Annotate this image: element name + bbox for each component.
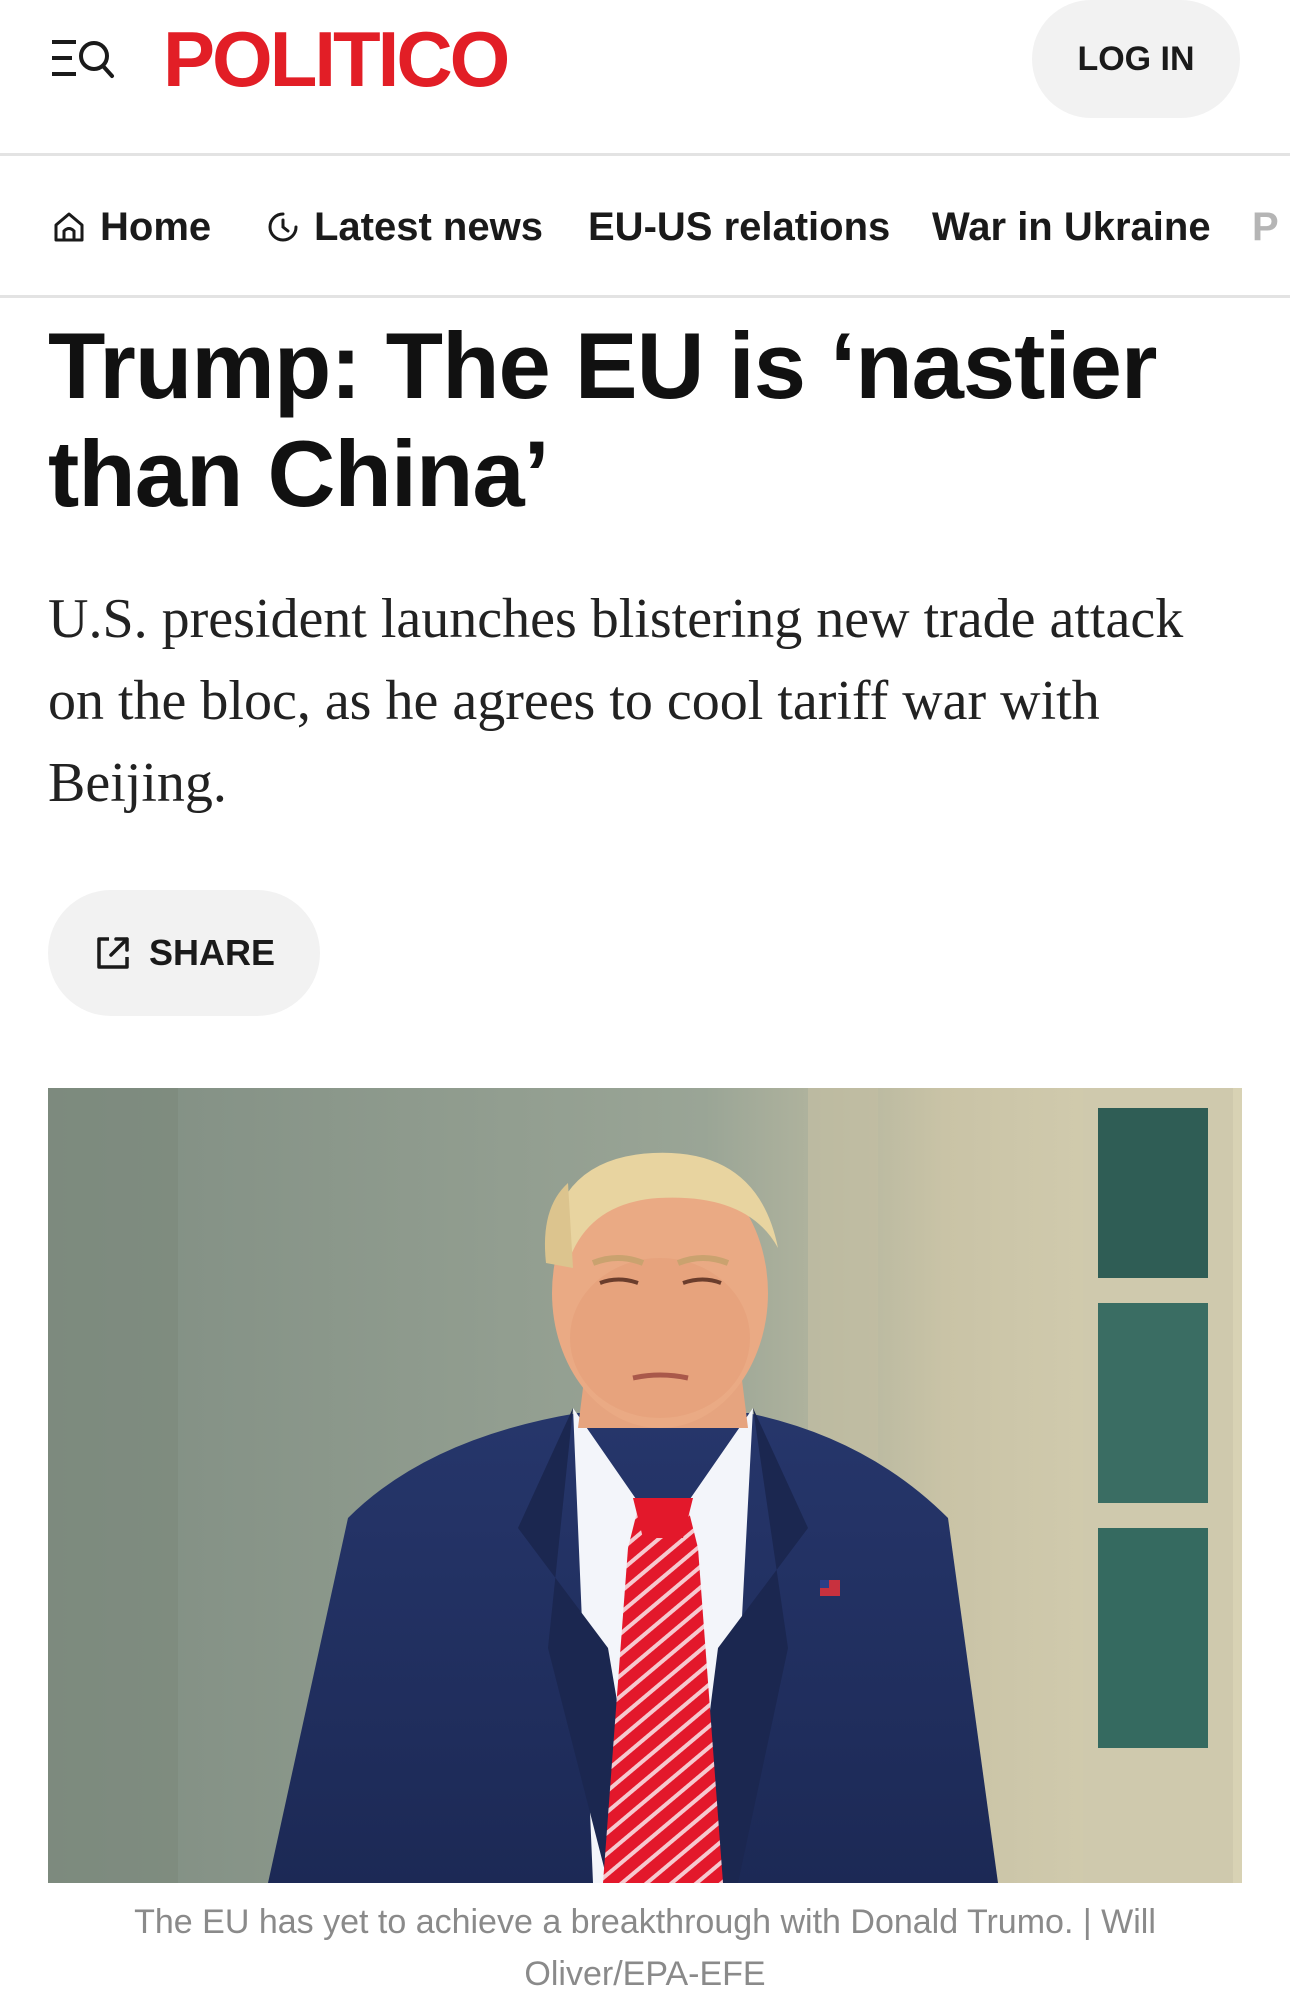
login-button[interactable]: LOG IN (1032, 0, 1240, 118)
photo-caption: The EU has yet to achieve a breakthrough… (134, 1903, 1156, 1993)
nav-item-label: Latest news (314, 204, 543, 249)
article-dek: U.S. president launches blistering new t… (48, 588, 1184, 814)
nav-item-latest-news[interactable]: Latest news (266, 200, 543, 254)
site-header: POLITICO LOG IN (0, 0, 1290, 156)
share-icon (97, 937, 129, 969)
menu-search-icon[interactable] (50, 36, 116, 80)
lead-photo (48, 1088, 1242, 1883)
nav-item-label: War in Ukraine (932, 204, 1211, 249)
nav-item-war-in-ukraine[interactable]: War in Ukraine (932, 200, 1211, 254)
section-nav: Home Latest news EU-US relations War in … (0, 156, 1290, 298)
home-icon (54, 212, 84, 242)
nav-item-label: P (1252, 204, 1279, 249)
nav-item-label: EU-US relations (588, 204, 891, 249)
nav-item-eu-us-relations[interactable]: EU-US relations (588, 200, 890, 254)
article-headline: Trump: The EU is ‘nastier than China’ (48, 313, 1157, 526)
clock-icon (268, 212, 298, 242)
nav-item-next[interactable]: P (1252, 200, 1279, 254)
share-label: SHARE (148, 932, 276, 973)
nav-item-label: Home (100, 204, 212, 249)
share-button[interactable]: SHARE (48, 890, 320, 1016)
nav-item-home[interactable]: Home (52, 200, 211, 254)
politico-logo[interactable]: POLITICO (163, 14, 510, 104)
